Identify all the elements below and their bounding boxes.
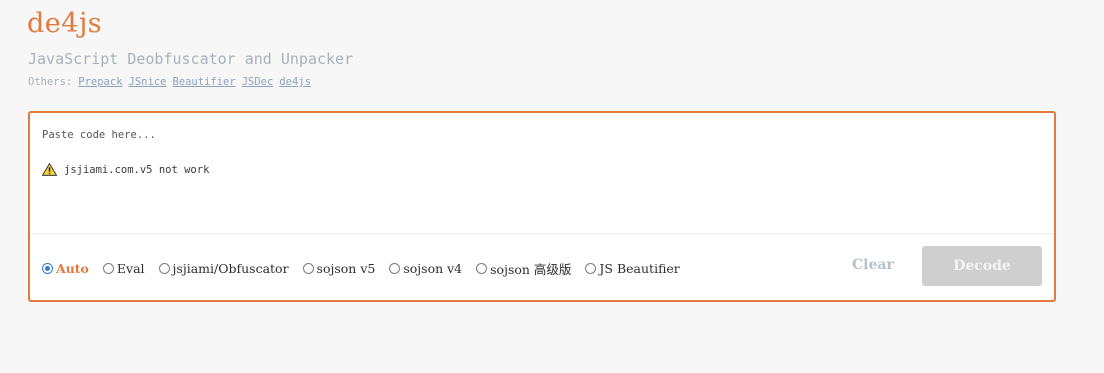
editor-notice: jsjiami.com.v5 not work: [42, 163, 209, 176]
option-label: sojson v4: [403, 261, 463, 276]
link-beautifier[interactable]: Beautifier: [172, 76, 235, 88]
radio-sojson-v5[interactable]: [302, 263, 314, 274]
warning-icon: [42, 163, 57, 176]
link-prepack[interactable]: Prepack: [78, 76, 122, 88]
option-label: JS Beautifier: [599, 261, 680, 276]
radio-sojson-v4[interactable]: [389, 263, 401, 274]
option-sojson-v5[interactable]: sojson v5: [302, 261, 376, 276]
option-label: Auto: [56, 261, 89, 276]
radio-js-beautifier[interactable]: [585, 263, 597, 274]
option-jsjiami-obfuscator[interactable]: jsjiami/Obfuscator: [158, 261, 289, 276]
editor-placeholder: Paste code here...: [42, 129, 156, 141]
code-editor[interactable]: Paste code here... jsjiami.com.v5 not wo…: [30, 113, 1054, 234]
link-jsnice[interactable]: JSnice: [129, 76, 167, 88]
option-label: Eval: [116, 261, 145, 276]
radio-jsjiami-obfuscator[interactable]: [158, 263, 170, 274]
option-label: sojson v5: [316, 261, 376, 276]
notice-text: jsjiami.com.v5 not work: [64, 163, 210, 176]
option-sojson-v4[interactable]: sojson v4: [389, 261, 462, 276]
app-title: de4js: [27, 8, 103, 39]
radio-eval[interactable]: [102, 263, 114, 274]
decoder-controls: Auto Eval jsjiami/Obfuscator sojson v5 s…: [30, 234, 1054, 300]
others-label: Others:: [28, 76, 73, 88]
option-eval[interactable]: Eval: [102, 261, 145, 276]
page: de4js JavaScript Deobfuscator and Unpack…: [0, 0, 1104, 373]
other-tools-links: Others: Prepack JSnice Beautifier JSDec …: [28, 76, 311, 88]
option-js-beautifier[interactable]: JS Beautifier: [585, 261, 680, 276]
link-de4js[interactable]: de4js: [279, 76, 311, 88]
option-label: sojson 高级版: [490, 262, 572, 277]
radio-sojson-premium[interactable]: [476, 263, 488, 274]
method-options: Auto Eval jsjiami/Obfuscator sojson v5 s…: [42, 259, 680, 278]
decode-button[interactable]: Decode: [922, 246, 1042, 286]
radio-auto[interactable]: [42, 263, 53, 274]
option-auto[interactable]: Auto: [42, 261, 89, 276]
option-sojson-premium[interactable]: sojson 高级版: [476, 259, 571, 278]
link-jsdec[interactable]: JSDec: [242, 76, 274, 88]
option-label: jsjiami/Obfuscator: [172, 261, 289, 276]
clear-button[interactable]: Clear: [852, 257, 894, 273]
app-subtitle: JavaScript Deobfuscator and Unpacker: [28, 50, 354, 68]
decoder-panel: Paste code here... jsjiami.com.v5 not wo…: [28, 111, 1056, 302]
